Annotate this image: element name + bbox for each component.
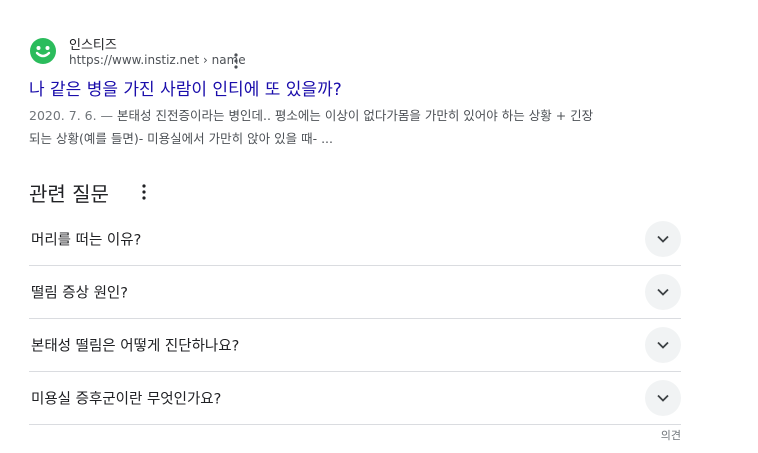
related-question-text: 미용실 증후군이란 무엇인가요? [31, 391, 222, 408]
snippet-text-1: 본태성 진전증이라는 병인데.. 평소에는 이상이 없다가몸을 가만히 있어야 … [117, 108, 594, 123]
related-question-item[interactable]: 떨림 증상 원인? [29, 266, 681, 319]
related-questions-title: 관련 질문 [29, 182, 109, 206]
related-questions-list: 머리를 떠는 이유? 떨림 증상 원인? 본태성 떨림은 어떻게 진단하나요? … [29, 213, 681, 425]
chevron-down-icon[interactable] [645, 274, 681, 310]
chevron-down-icon[interactable] [645, 221, 681, 257]
feedback-link[interactable]: 의견 [661, 427, 681, 443]
snippet-line-1: 2020. 7. 6. — 본태성 진전증이라는 병인데.. 평소에는 이상이 … [29, 104, 689, 127]
site-name[interactable]: 인스티즈 [69, 34, 117, 53]
related-question-item[interactable]: 본태성 떨림은 어떻게 진단하나요? [29, 319, 681, 372]
more-vert-icon[interactable] [138, 183, 150, 201]
related-question-item[interactable]: 머리를 떠는 이유? [29, 213, 681, 266]
search-results-page: 인스티즈 https://www.instiz.net › name 나 같은 … [0, 0, 758, 453]
site-url[interactable]: https://www.instiz.net › name [69, 53, 246, 67]
related-question-item[interactable]: 미용실 증후군이란 무엇인가요? [29, 372, 681, 425]
smiley-face-icon[interactable] [29, 37, 57, 65]
related-question-text: 머리를 떠는 이유? [31, 232, 142, 249]
related-question-text: 본태성 떨림은 어떻게 진단하나요? [31, 338, 240, 355]
chevron-down-icon[interactable] [645, 327, 681, 363]
more-vert-icon[interactable] [230, 52, 242, 70]
chevron-down-icon[interactable] [645, 380, 681, 416]
result-snippet: 2020. 7. 6. — 본태성 진전증이라는 병인데.. 평소에는 이상이 … [29, 104, 689, 150]
result-title-link[interactable]: 나 같은 병을 가진 사람이 인티에 또 있을까? [29, 75, 342, 100]
snippet-date: 2020. 7. 6. — [29, 108, 118, 123]
related-question-text: 떨림 증상 원인? [31, 285, 128, 302]
snippet-line-2: 되는 상황(예를 들면)- 미용실에서 가만히 앉아 있을 때- ... [29, 131, 333, 146]
